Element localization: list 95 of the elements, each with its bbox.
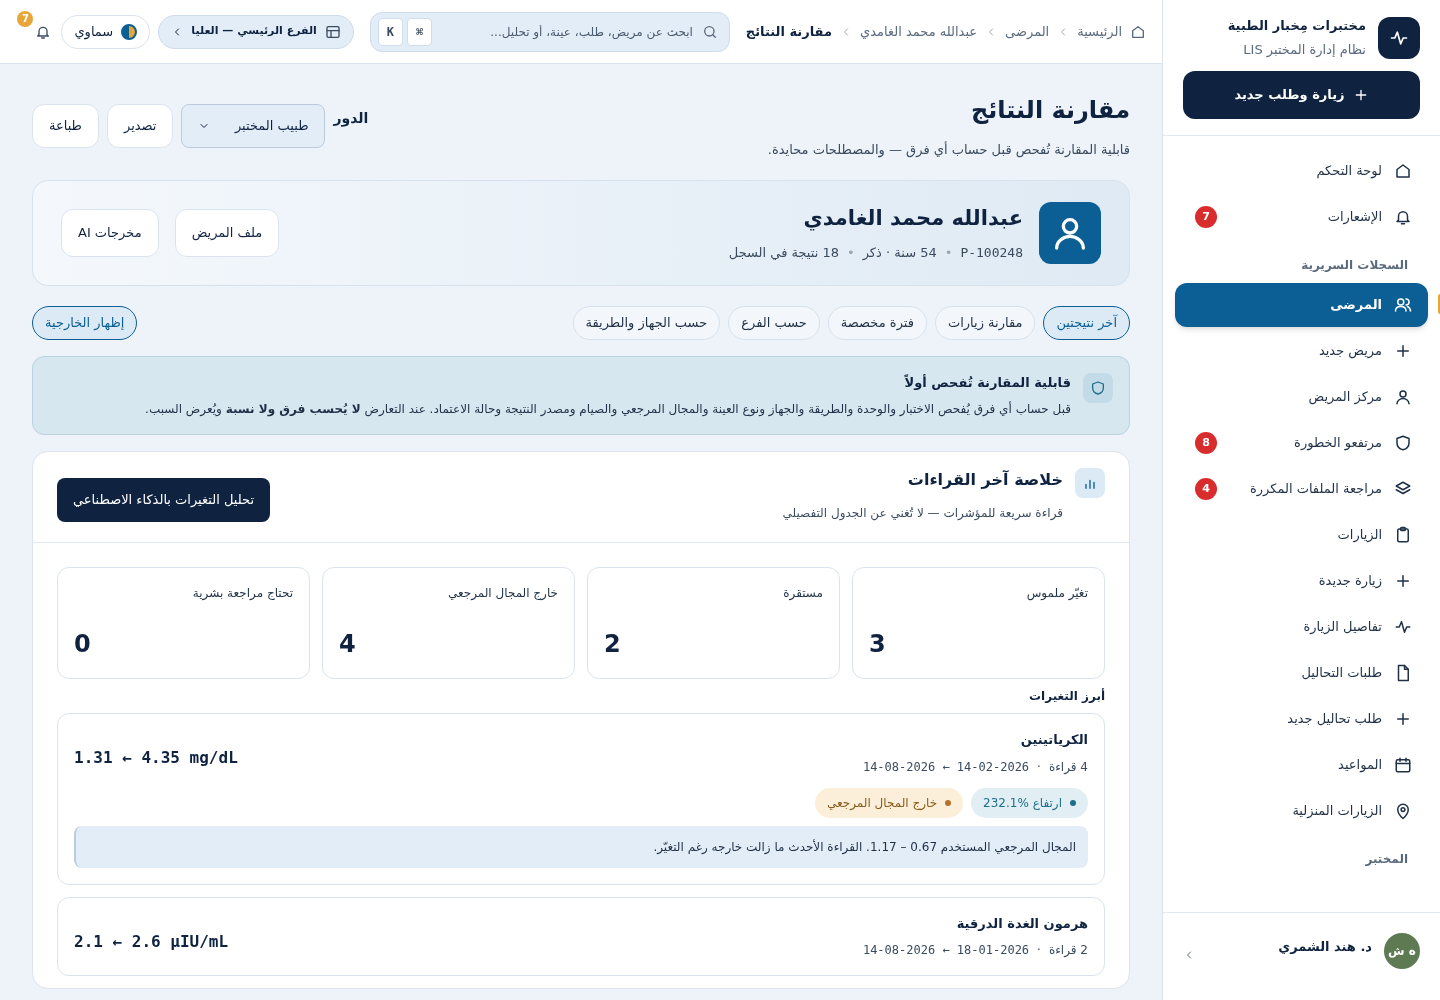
page-subtitle: قابلية المقارنة تُفحص قبل حساب أي فرق — والمصطلحات محايدة.	[767, 140, 1130, 160]
filter-tab[interactable]: حسب الفرع	[728, 305, 820, 340]
calendar-icon	[1394, 756, 1412, 774]
status-tag: خارج المجال المرجعي	[815, 787, 964, 818]
value-change: 1.31 ← 4.35 mg/dL	[74, 747, 238, 769]
section-heading: المختبر	[1364, 851, 1409, 868]
nav-item[interactable]: طلب تحاليل جديد	[1175, 697, 1428, 741]
patient-demographics: 54 سنة · ذكر	[862, 243, 937, 262]
nav-item[interactable]: الزيارات المنزلية	[1175, 789, 1428, 833]
status-tag: ارتفاع %232.1	[971, 787, 1088, 818]
notice-title: قابلية المقارنة تُفحص أولاً	[903, 373, 1071, 392]
count-badge: 8	[1195, 432, 1217, 454]
separator: •	[944, 243, 953, 262]
clipboard-icon	[1394, 526, 1412, 544]
pulse-icon	[1394, 618, 1412, 636]
map-pin-icon	[1394, 802, 1412, 820]
count-badge: 7	[1195, 206, 1217, 228]
filter-tab[interactable]: آخر نتيجتين	[1043, 305, 1130, 340]
nav-item[interactable]: المواعيد	[1175, 743, 1428, 787]
count-badge: 4	[1195, 478, 1217, 500]
date-range: 14-08-2026 ← 14-02-2026	[862, 758, 1030, 776]
filter-tab[interactable]: حسب الجهاز والطريقة	[572, 305, 721, 340]
reading-count: 4 قراءة	[1048, 758, 1088, 776]
logo-icon	[1378, 16, 1420, 59]
test-name: الكرياتينين	[1019, 731, 1088, 749]
ai-analysis-button[interactable]: تحليل التغيرات بالذكاء الاصطناعي	[57, 478, 271, 522]
patient-name: عبدالله محمد الغامدي	[802, 205, 1023, 233]
value-change: 2.1 ← 2.6 µIU/mL	[74, 930, 229, 953]
section-title: خلاصة آخر القراءات	[906, 469, 1063, 491]
stat-value: 3	[869, 629, 887, 660]
ai-outputs-button[interactable]: مخرجات AI	[61, 208, 159, 257]
role-select[interactable]: طبيب المختبر	[181, 104, 326, 148]
notification-badge: 7	[17, 10, 34, 27]
breadcrumb-item[interactable]: الرئيسية	[1077, 21, 1122, 42]
filter-tab[interactable]: فترة مخصصة	[827, 305, 927, 340]
plus-icon	[1394, 342, 1412, 360]
user-avatar: ه ش	[1384, 933, 1420, 969]
stat-label: تغيّر ملموس	[1025, 585, 1088, 602]
user-icon	[1394, 388, 1412, 406]
stat-label: تحتاج مراجعة بشرية	[191, 585, 293, 602]
new-visit-button[interactable]: زيارة وطلب جديد	[1183, 71, 1420, 119]
stat-label: خارج المجال المرجعي	[446, 585, 558, 602]
breadcrumb-item: مقارنة النتائج	[745, 22, 832, 41]
patient-file-button[interactable]: ملف المريض	[174, 208, 280, 257]
test-name: هرمون الغدة الدرقية	[955, 914, 1088, 933]
nav-item[interactable]: مريض جديد	[1175, 329, 1428, 373]
search-icon	[701, 23, 718, 40]
separator: ·	[1037, 758, 1041, 776]
breadcrumb-item[interactable]: عبدالله محمد الغامدي	[860, 21, 978, 42]
separator: •	[847, 243, 855, 262]
brand-name: مختبرات مِخبار الطبية	[1227, 17, 1366, 35]
page-title: مقارنة النتائج	[969, 95, 1130, 126]
branch-selector[interactable]: الفرع الرئيسي — العليا	[158, 14, 354, 49]
breadcrumb-item[interactable]: المرضى	[1005, 21, 1050, 42]
subsection-heading: أبرز التغيرات	[1028, 687, 1105, 705]
stat-value: 2	[604, 629, 622, 660]
home-icon	[1130, 23, 1146, 40]
nav-item[interactable]: الزيارات	[1175, 513, 1428, 557]
export-button[interactable]: تصدير	[106, 104, 174, 148]
shield-icon	[1394, 434, 1412, 452]
bar-chart-icon	[1075, 468, 1105, 498]
plus-icon	[1394, 572, 1412, 590]
nav-item[interactable]: لوحة التحكم	[1175, 149, 1428, 193]
result-count: 18 نتيجة في السجل	[728, 243, 839, 262]
nav-item[interactable]: طلبات التحاليل	[1175, 651, 1428, 695]
filter-tab[interactable]: مقارنة زيارات	[934, 305, 1036, 340]
stat-value: 0	[74, 629, 92, 660]
table-icon	[324, 23, 341, 40]
role-label: الدور	[333, 109, 369, 129]
stat-value: 4	[339, 629, 357, 660]
home-icon	[1394, 162, 1412, 180]
print-button[interactable]: طباعة	[32, 104, 99, 148]
theme-icon	[121, 23, 138, 40]
nav-item[interactable]: مركز المريض	[1175, 375, 1428, 419]
bell-icon	[1394, 208, 1412, 226]
user-name: د. هند الشمري	[1277, 938, 1372, 956]
patient-id: P-100248	[960, 243, 1023, 262]
nav-item[interactable]: زيارة جديدة	[1175, 559, 1428, 603]
plus-icon	[1394, 710, 1412, 728]
nav-item[interactable]: تفاصيل الزيارة	[1175, 605, 1428, 649]
users-icon	[1394, 296, 1412, 314]
date-range: 14-08-2026 ← 18-01-2026	[862, 942, 1030, 959]
outliers-toggle[interactable]: إظهار الخارجية	[32, 305, 138, 340]
reference-note: المجال المرجعي المستخدم 0.67 – 1.17. القراءة الأحدث ما زالت خارجه رغم التغيّر.	[74, 825, 1088, 868]
nav-item[interactable]: المرضى	[1175, 283, 1428, 327]
stat-label: مستقرة	[782, 585, 823, 602]
avatar-icon	[1039, 201, 1101, 264]
shield-icon	[1083, 372, 1113, 403]
brand-subtitle: نظام إدارة المختبر LIS	[1242, 40, 1366, 59]
separator: ·	[1037, 942, 1041, 959]
section-heading: السجلات السريرية	[1300, 257, 1409, 274]
keyboard-key: ⌘	[407, 17, 433, 46]
section-subtitle: قراءة سريعة للمؤشرات — لا تُغني عن الجدول التفصيلي	[782, 505, 1063, 522]
notice-text: قبل حساب أي فرق يُفحص الاختبار والوحدة والطريقة والجهاز ونوع العينة والمجال المرجعي والصيام ومصدر النتيجة وحالة الاعتماد. عند التعارض لا يُحسب فرق ولا نسبة ويُعرض السبب.	[145, 400, 1071, 418]
reading-count: 2 قراءة	[1048, 942, 1088, 959]
